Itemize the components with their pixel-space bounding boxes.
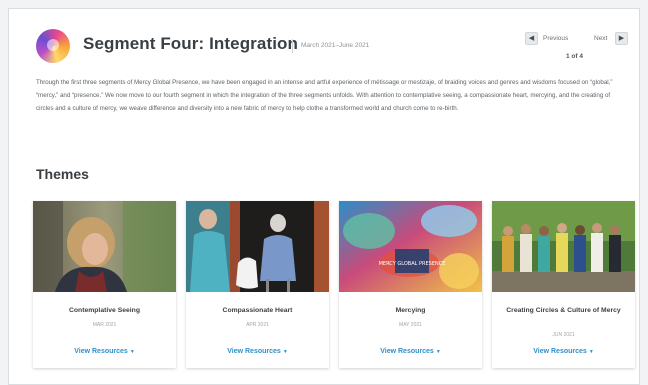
theme-card-date: MAR 2021 [92, 322, 117, 328]
theme-photo-creating-circles [492, 201, 635, 292]
chevron-down-icon: ▼ [435, 349, 441, 355]
theme-card-date: JUN 2021 [552, 332, 575, 338]
theme-card-creating-circles[interactable]: Creating Circles & Culture of Mercy JUN … [492, 201, 635, 368]
view-resources-link[interactable]: View Resources ▼ [186, 348, 329, 355]
chevron-down-icon: ▼ [282, 349, 288, 355]
next-label[interactable]: Next [594, 35, 607, 42]
theme-card-title: Contemplative Seeing [68, 307, 140, 314]
theme-card-title: Compassionate Heart [222, 307, 293, 314]
theme-photo-contemplative-seeing [33, 201, 176, 292]
title-divider [292, 39, 293, 53]
previous-button[interactable]: ◀ [525, 32, 538, 45]
chevron-left-icon: ◀ [528, 35, 535, 42]
next-button[interactable]: ▶ [615, 32, 628, 45]
theme-card-title: Creating Circles & Culture of Mercy [506, 307, 621, 314]
page-title: Segment Four: Integration [83, 34, 298, 53]
mercy-global-presence-logo [36, 29, 70, 63]
theme-card-contemplative-seeing[interactable]: Contemplative Seeing MAR 2021 View Resou… [33, 201, 176, 368]
themes-heading: Themes [36, 166, 89, 182]
theme-card-date: MAY 2021 [399, 322, 422, 328]
page-panel: Segment Four: Integration March 2021–Jun… [8, 8, 640, 385]
chevron-down-icon: ▼ [588, 349, 594, 355]
theme-card-date: APR 2021 [246, 322, 269, 328]
date-range: March 2021–June 2021 [301, 42, 370, 49]
view-resources-link[interactable]: View Resources ▼ [492, 348, 635, 355]
chevron-right-icon: ▶ [618, 35, 625, 42]
view-resources-link[interactable]: View Resources ▼ [33, 348, 176, 355]
theme-photo-mercying: MERCY GLOBAL PRESENCE [339, 201, 482, 292]
theme-photo-compassionate-heart [186, 201, 329, 292]
page-count: 1 of 4 [566, 53, 583, 60]
theme-card-mercying[interactable]: MERCY GLOBAL PRESENCE Mercying MAY 2021 … [339, 201, 482, 368]
chevron-down-icon: ▼ [129, 349, 135, 355]
mural-text: MERCY GLOBAL PRESENCE [379, 261, 446, 267]
theme-card-compassionate-heart[interactable]: Compassionate Heart APR 2021 View Resour… [186, 201, 329, 368]
view-resources-link[interactable]: View Resources ▼ [339, 348, 482, 355]
previous-label[interactable]: Previous [543, 35, 568, 42]
intro-paragraph: Through the first three segments of Merc… [36, 79, 613, 112]
theme-card-title: Mercying [395, 307, 426, 314]
